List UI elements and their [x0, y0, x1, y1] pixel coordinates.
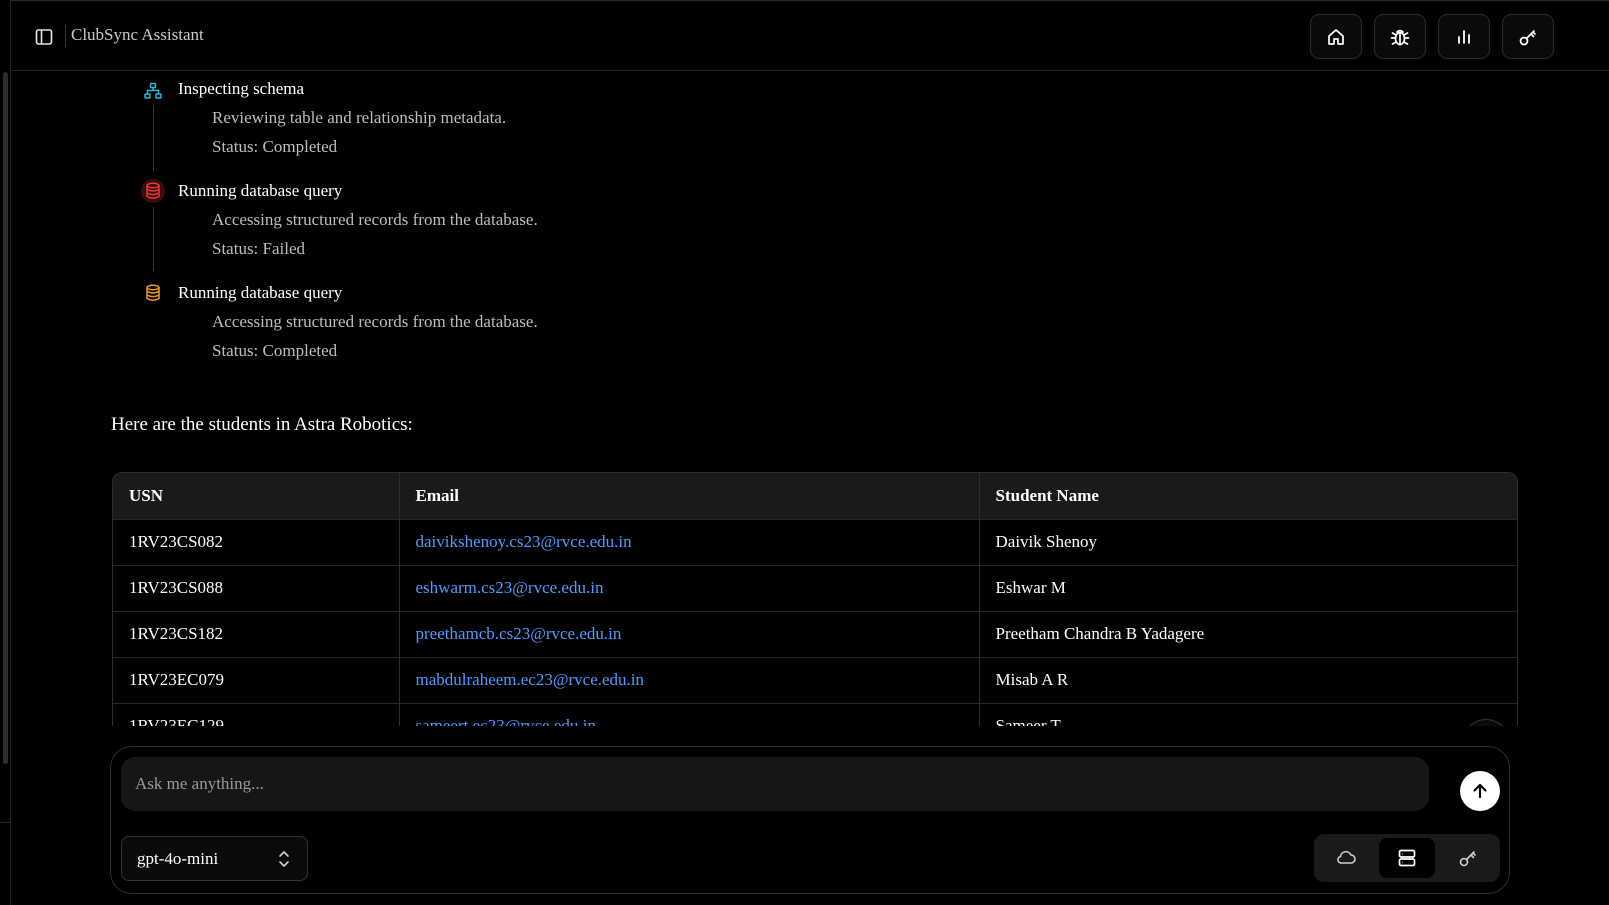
database-icon: [146, 182, 160, 199]
table-row: 1RV23EC079 mabdulraheem.ec23@rvce.edu.in…: [113, 656, 1517, 703]
database-icon: [146, 284, 160, 301]
bug-icon: [1390, 29, 1410, 45]
usn-cell: 1RV23EC129: [113, 702, 400, 726]
step-status: Status: Completed: [212, 137, 338, 156]
step-description: Accessing structured records from the da…: [212, 312, 538, 331]
step-description: Reviewing table and relationship metadat…: [212, 108, 507, 127]
response-intro: Here are the students in Astra Robotics:: [111, 414, 413, 435]
step-title: Running database query: [178, 181, 343, 200]
step-title: Running database query: [178, 283, 343, 302]
database-icon: [1398, 849, 1416, 867]
step-icon-schema: [141, 79, 165, 103]
usn-cell: 1RV23CS182: [113, 610, 400, 657]
mode-database-button[interactable]: [1379, 838, 1435, 878]
step-title: Inspecting schema: [178, 79, 305, 98]
model-select-value: gpt-4o-mini: [137, 848, 219, 868]
source-mode-toggle: [1314, 834, 1500, 882]
email-link[interactable]: mabdulraheem.ec23@rvce.edu.in: [416, 670, 645, 689]
app-header: ClubSync Assistant: [11, 0, 1609, 71]
header-separator: [65, 25, 66, 47]
send-button[interactable]: [1460, 771, 1500, 811]
table-header-row: USN Email Student Name: [113, 473, 1517, 519]
column-header-student-name: Student Name: [979, 473, 1517, 519]
api-key-button[interactable]: [1502, 14, 1554, 59]
chevron-updown-icon: [279, 851, 289, 867]
step-status: Status: Failed: [212, 239, 306, 258]
debug-button[interactable]: [1374, 14, 1426, 59]
model-select[interactable]: gpt-4o-mini: [121, 836, 308, 881]
mode-key-button[interactable]: [1440, 838, 1496, 878]
student-name-cell: Misab A R: [979, 656, 1517, 703]
table-row: 1RV23CS182 preethamcb.cs23@rvce.edu.in P…: [113, 610, 1517, 657]
step-status: Status: Completed: [212, 341, 338, 360]
cloud-icon: [1337, 850, 1356, 864]
step-connector: [153, 207, 154, 271]
student-name-cell: Sameer T: [979, 702, 1517, 726]
key-icon: [1459, 851, 1476, 867]
column-header-usn: USN: [113, 473, 400, 519]
table-row: 1RV23CS088 eshwarm.cs23@rvce.edu.in Eshw…: [113, 564, 1517, 611]
table-row: 1RV23CS082 daivikshenoy.cs23@rvce.edu.in…: [113, 518, 1517, 565]
column-header-email: Email: [399, 473, 980, 519]
schema-icon: [144, 82, 162, 99]
usn-cell: 1RV23EC079: [113, 656, 400, 703]
chat-content: Inspecting schema Reviewing table and re…: [11, 71, 1531, 726]
email-link[interactable]: preethamcb.cs23@rvce.edu.in: [416, 624, 622, 643]
student-name-cell: Eshwar M: [979, 564, 1517, 611]
table-row: 1RV23EC129 sameert.ec23@rvce.edu.in Same…: [113, 702, 1517, 726]
key-icon: [1519, 29, 1536, 45]
arrow-up-icon: [1473, 783, 1487, 799]
students-table: USN Email Student Name 1RV23CS082 daivik…: [112, 472, 1518, 726]
app-title: ClubSync Assistant: [71, 25, 204, 44]
sidebar-rail: [0, 0, 11, 905]
mode-cloud-button[interactable]: [1318, 838, 1374, 878]
sidebar-divider: [0, 822, 11, 823]
usn-cell: 1RV23CS082: [113, 518, 400, 565]
home-icon: [1328, 28, 1344, 45]
email-link[interactable]: daivikshenoy.cs23@rvce.edu.in: [416, 532, 632, 551]
email-link[interactable]: eshwarm.cs23@rvce.edu.in: [416, 578, 604, 597]
step-connector: [153, 106, 154, 171]
student-name-cell: Preetham Chandra B Yadagere: [979, 610, 1517, 657]
step-description: Accessing structured records from the da…: [212, 210, 538, 229]
sidebar-scrollbar[interactable]: [3, 72, 8, 764]
usn-cell: 1RV23CS088: [113, 564, 400, 611]
analytics-button[interactable]: [1438, 14, 1490, 59]
bar-chart-icon: [1458, 29, 1470, 44]
message-composer: gpt-4o-mini: [110, 746, 1510, 894]
sidebar-toggle-icon: [35, 29, 53, 45]
step-icon-query-completed: [141, 281, 165, 305]
email-link[interactable]: sameert.ec23@rvce.edu.in: [416, 716, 596, 726]
sidebar-toggle-button[interactable]: [33, 26, 55, 48]
home-button[interactable]: [1310, 14, 1362, 59]
step-icon-query-failed: [141, 179, 165, 203]
message-input[interactable]: [121, 757, 1429, 811]
student-name-cell: Daivik Shenoy: [979, 518, 1517, 565]
